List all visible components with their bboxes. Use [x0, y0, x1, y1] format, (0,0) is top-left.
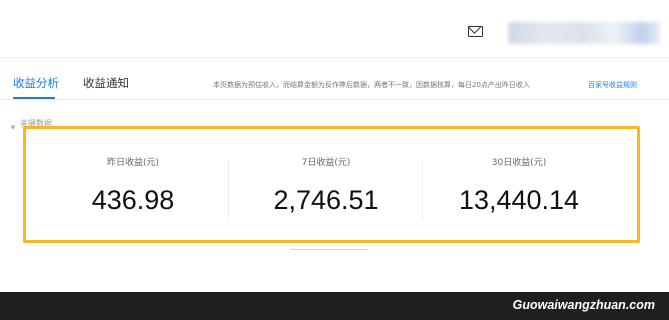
stat-label-7-days: 7日收益(元): [301, 158, 351, 168]
stat-label-30-days: 30日收益(元): [491, 158, 547, 168]
stat-value-30-days: 13,440.14: [458, 185, 580, 215]
notice-text: 本页数据为预估收入，而结算金额为反作弊后数据，两者不一致，因数据核算，每日20点…: [213, 81, 530, 89]
watermark-bar: Guowaiwangzhuan.com: [0, 292, 669, 320]
stat-label-yesterday: 昨日收益(元): [106, 158, 160, 168]
tab-revenue-notifications[interactable]: 收益通知: [83, 76, 129, 90]
tab-revenue-analysis[interactable]: 收益分析: [13, 76, 59, 90]
top-bar: [0, 0, 669, 58]
mail-icon[interactable]: [468, 26, 483, 37]
revenue-rules-link[interactable]: 百家号收益规则: [588, 81, 637, 90]
divider-line: [290, 249, 368, 250]
user-account-blurred[interactable]: [508, 22, 660, 44]
watermark-text: Guowaiwangzhuan.com: [512, 298, 655, 312]
section-bullet-icon: [11, 125, 15, 129]
tabs-divider: [0, 99, 669, 100]
stat-value-7-days: 2,746.51: [273, 185, 379, 215]
stat-value-yesterday: 436.98: [91, 185, 175, 215]
